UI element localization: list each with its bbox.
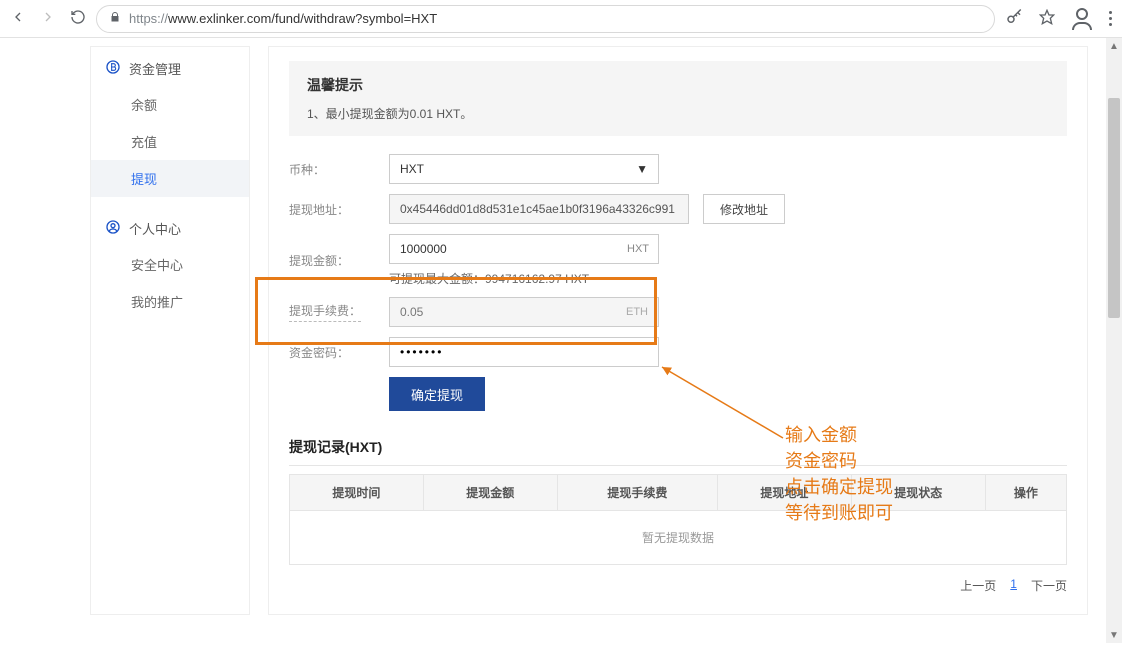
sidebar-section-fund: 资金管理 — [91, 47, 249, 86]
user-icon — [105, 219, 121, 238]
th-time: 提现时间 — [290, 475, 424, 511]
amount-suffix: HXT — [627, 234, 649, 264]
browser-toolbar: https://www.exlinker.com/fund/withdraw?s… — [0, 0, 1122, 38]
address-value: 0x45446dd01d8d531e1c45ae1b0f3196a43326c9… — [389, 194, 689, 224]
password-input[interactable] — [389, 337, 659, 367]
scrollbar-thumb[interactable] — [1108, 98, 1120, 318]
coin-select[interactable]: HXT ▼ — [389, 154, 659, 184]
annotation-text: 输入金额 资金密码 点击确定提现 等待到账即可 — [785, 422, 893, 526]
sidebar-item-referral[interactable]: 我的推广 — [91, 283, 249, 320]
scrollbar[interactable]: ▲ ▼ — [1106, 38, 1122, 643]
sidebar: 资金管理 余额 充值 提现 个人中心 安全中心 我的推广 — [90, 46, 250, 615]
pager-prev[interactable]: 上一页 — [960, 577, 996, 594]
sidebar-section-fund-title: 资金管理 — [129, 59, 181, 78]
pager-next[interactable]: 下一页 — [1031, 577, 1067, 594]
pager-page[interactable]: 1 — [1010, 577, 1017, 594]
coin-label: 币种： — [289, 161, 361, 178]
fee-suffix: ETH — [626, 306, 648, 318]
records-empty: 暂无提现数据 — [290, 511, 1067, 565]
sidebar-item-withdraw[interactable]: 提现 — [91, 160, 249, 197]
amount-input[interactable] — [389, 234, 659, 264]
password-label: 资金密码： — [289, 344, 361, 361]
sidebar-item-balance[interactable]: 余额 — [91, 86, 249, 123]
sidebar-section-user-title: 个人中心 — [129, 219, 181, 238]
scroll-up-icon[interactable]: ▲ — [1106, 38, 1122, 54]
th-fee: 提现手续费 — [557, 475, 717, 511]
th-amount: 提现金额 — [423, 475, 557, 511]
th-action: 操作 — [985, 475, 1066, 511]
star-icon[interactable] — [1039, 9, 1055, 28]
scroll-down-icon[interactable]: ▼ — [1106, 627, 1122, 643]
address-bar[interactable]: https://www.exlinker.com/fund/withdraw?s… — [96, 5, 995, 33]
address-label: 提现地址： — [289, 201, 361, 218]
main-panel: 温馨提示 1、最小提现金额为0.01 HXT。 币种： HXT ▼ 提现地址： … — [268, 46, 1088, 615]
fee-value: 0.05 — [400, 305, 423, 319]
amount-label: 提现金额： — [289, 252, 361, 269]
profile-icon[interactable] — [1071, 8, 1093, 30]
nav-reload-icon[interactable] — [70, 9, 86, 28]
notice-title: 温馨提示 — [307, 75, 1049, 95]
fee-value-box: 0.05 ETH — [389, 297, 659, 327]
coin-select-value: HXT — [400, 162, 424, 176]
bitcoin-icon — [105, 59, 121, 78]
sidebar-item-security[interactable]: 安全中心 — [91, 246, 249, 283]
records-title: 提现记录(HXT) — [289, 437, 1067, 466]
key-icon[interactable] — [1005, 8, 1023, 29]
sidebar-item-deposit[interactable]: 充值 — [91, 123, 249, 160]
notice-line: 1、最小提现金额为0.01 HXT。 — [307, 105, 1049, 122]
nav-forward-icon[interactable] — [40, 9, 56, 28]
lock-icon — [109, 11, 121, 26]
menu-icon[interactable] — [1109, 11, 1112, 26]
chevron-down-icon: ▼ — [636, 162, 648, 176]
records-table: 提现时间 提现金额 提现手续费 提现地址 提现状态 操作 暂无提现数据 — [289, 474, 1067, 565]
annotation-line: 等待到账即可 — [785, 500, 893, 526]
annotation-line: 资金密码 — [785, 448, 893, 474]
notice-box: 温馨提示 1、最小提现金额为0.01 HXT。 — [289, 61, 1067, 136]
submit-withdraw-button[interactable]: 确定提现 — [389, 377, 485, 411]
sidebar-section-user: 个人中心 — [91, 207, 249, 246]
nav-back-icon[interactable] — [10, 9, 26, 28]
change-address-button[interactable]: 修改地址 — [703, 194, 785, 224]
amount-helper: 可提现最大金额：994716162.97 HXT — [389, 270, 659, 287]
pager: 上一页 1 下一页 — [289, 577, 1067, 594]
annotation-line: 输入金额 — [785, 422, 893, 448]
annotation-line: 点击确定提现 — [785, 474, 893, 500]
url-text: https://www.exlinker.com/fund/withdraw?s… — [129, 11, 437, 26]
fee-label: 提现手续费： — [289, 302, 361, 322]
